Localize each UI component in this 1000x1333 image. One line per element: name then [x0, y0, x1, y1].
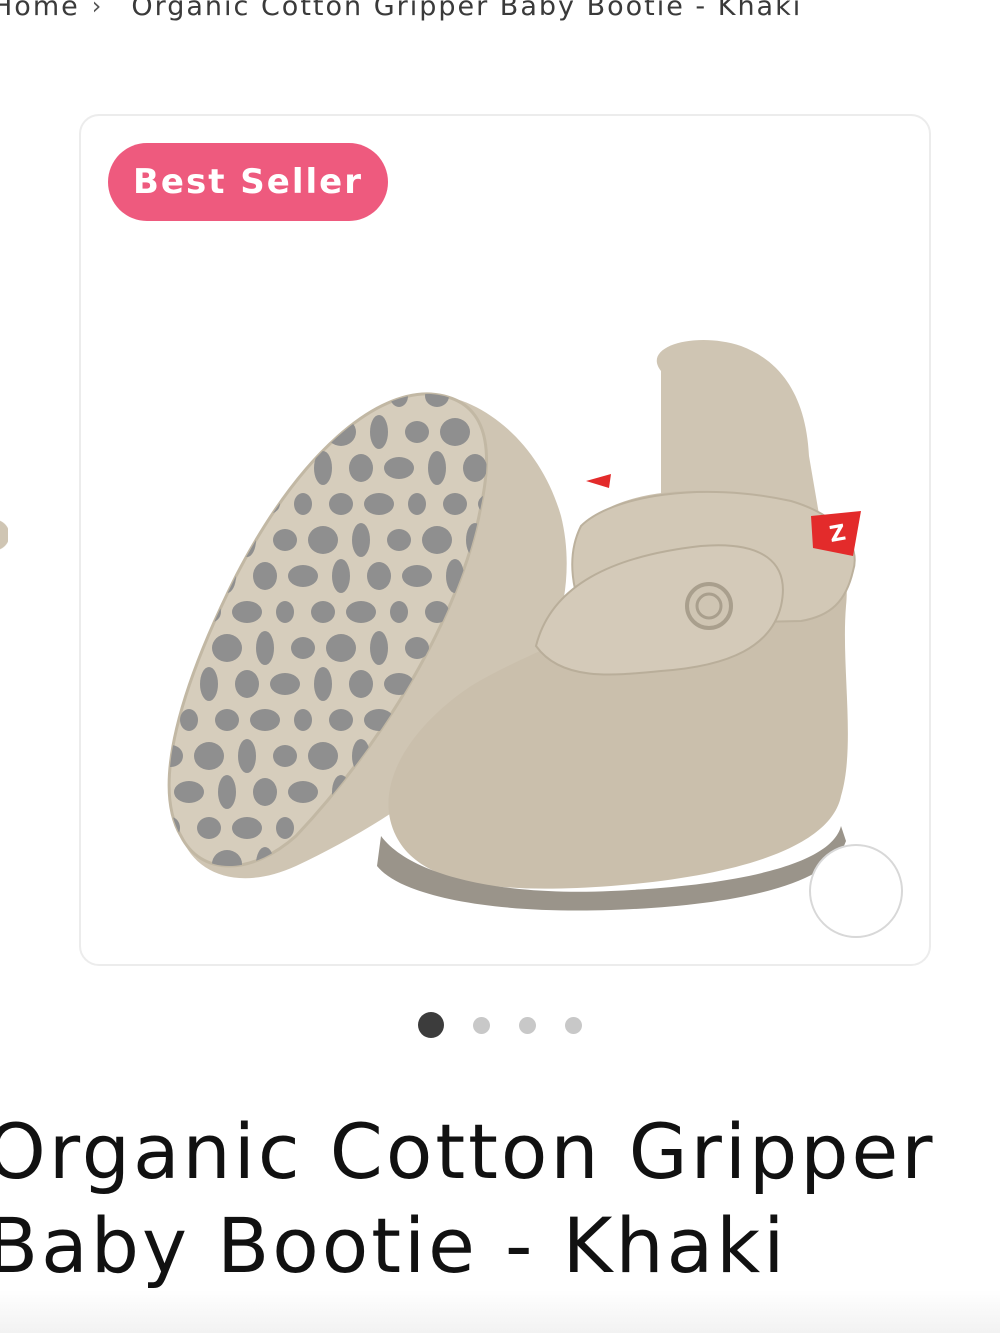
grip-dot — [253, 562, 277, 590]
grip-dot — [194, 742, 224, 770]
grip-dot — [387, 529, 411, 551]
grip-dot — [270, 673, 300, 695]
grip-dot — [215, 493, 239, 515]
grip-dot — [422, 526, 452, 554]
grip-dot — [177, 637, 201, 659]
grip-dot — [384, 457, 414, 479]
carousel-dot-4[interactable] — [565, 1016, 582, 1034]
bottom-shadow — [0, 1290, 1000, 1333]
breadcrumb: Home › Organic Cotton Gripper Baby Booti… — [0, 0, 802, 26]
grip-dot — [408, 493, 426, 515]
chevron-right-icon: › — [91, 0, 104, 20]
grip-dot — [194, 526, 224, 554]
grip-dot — [463, 454, 487, 482]
grip-dot — [169, 457, 186, 479]
product-title: Organic Cotton Gripper Baby Bootie - Kha… — [0, 1107, 936, 1290]
grip-dot — [367, 562, 391, 590]
red-tag-back — [586, 474, 611, 488]
grip-dot — [197, 817, 221, 839]
grip-dot — [440, 418, 470, 446]
grip-dot — [232, 817, 262, 839]
grip-dot — [169, 601, 180, 623]
grip-dot — [346, 393, 376, 407]
grip-dot — [294, 493, 312, 515]
grip-dot — [212, 418, 242, 446]
grip-dot — [253, 778, 277, 806]
grip-dot — [169, 673, 186, 695]
grip-dot — [443, 493, 467, 515]
grip-dot — [349, 670, 373, 698]
grip-dot — [218, 775, 236, 809]
grip-dot — [402, 565, 432, 587]
grip-dot — [197, 393, 221, 407]
product-image[interactable]: Z — [141, 226, 901, 946]
grip-dot — [291, 637, 315, 659]
grip-dot — [405, 637, 429, 659]
carousel-pagination — [0, 1010, 1000, 1040]
grip-dot — [273, 745, 297, 767]
grip-dot — [250, 493, 280, 515]
grip-dot — [311, 601, 335, 623]
grip-dot — [314, 667, 332, 701]
grip-dot — [352, 523, 370, 557]
grip-dot — [370, 415, 388, 449]
grip-dot — [218, 559, 236, 593]
grip-dot — [288, 565, 318, 587]
grip-dot — [332, 559, 350, 593]
grip-dot — [405, 421, 429, 443]
grip-dot — [180, 709, 198, 731]
grip-dot — [270, 457, 300, 479]
carousel-dot-1[interactable] — [418, 1012, 444, 1038]
grip-dot — [364, 493, 394, 515]
grip-dot — [291, 421, 315, 443]
grip-dot — [308, 742, 338, 770]
grip-dot — [169, 529, 183, 551]
grip-dot — [235, 454, 259, 482]
grip-dot — [169, 817, 180, 839]
grip-dot — [329, 709, 353, 731]
grip-dot — [180, 493, 198, 515]
grip-dot — [276, 817, 294, 839]
grip-dot — [212, 634, 242, 662]
grip-dot — [232, 393, 262, 407]
grip-dot — [174, 781, 204, 803]
best-seller-badge: Best Seller — [108, 143, 388, 221]
grip-dot — [174, 565, 204, 587]
grip-dot — [370, 631, 388, 665]
grip-dot — [238, 739, 256, 773]
breadcrumb-current: Organic Cotton Gripper Baby Bootie - Kha… — [131, 0, 803, 22]
grip-dot — [311, 393, 335, 407]
carousel-dot-2[interactable] — [473, 1016, 490, 1034]
grip-dot — [273, 529, 297, 551]
grip-dot — [169, 393, 180, 407]
grip-dot — [177, 421, 201, 443]
grip-dot — [235, 670, 259, 698]
grip-dot — [200, 667, 218, 701]
grip-dot — [276, 601, 294, 623]
grip-dot — [288, 781, 318, 803]
grip-dot — [294, 709, 312, 731]
grip-dot — [256, 631, 274, 665]
grip-dot — [256, 415, 274, 449]
grip-dot — [308, 526, 338, 554]
grip-dot — [215, 709, 239, 731]
grip-dot — [326, 850, 356, 867]
snap-button — [685, 582, 733, 630]
grip-dot — [200, 451, 218, 485]
grip-dot — [326, 634, 356, 662]
grip-dot — [428, 451, 446, 485]
grip-dot — [250, 709, 280, 731]
previous-image-peek[interactable] — [0, 500, 8, 570]
grip-dot — [390, 601, 408, 623]
carousel-dot-3[interactable] — [519, 1016, 536, 1034]
grip-dot — [232, 601, 262, 623]
product-image-card[interactable]: Best Seller Z — [79, 114, 931, 966]
breadcrumb-home-link[interactable]: Home — [0, 0, 80, 22]
grip-dot — [349, 454, 373, 482]
zoom-button[interactable] — [809, 844, 903, 938]
grip-dot — [329, 493, 353, 515]
grip-dot — [276, 393, 294, 407]
grip-dot — [238, 523, 256, 557]
grip-dot — [346, 601, 376, 623]
